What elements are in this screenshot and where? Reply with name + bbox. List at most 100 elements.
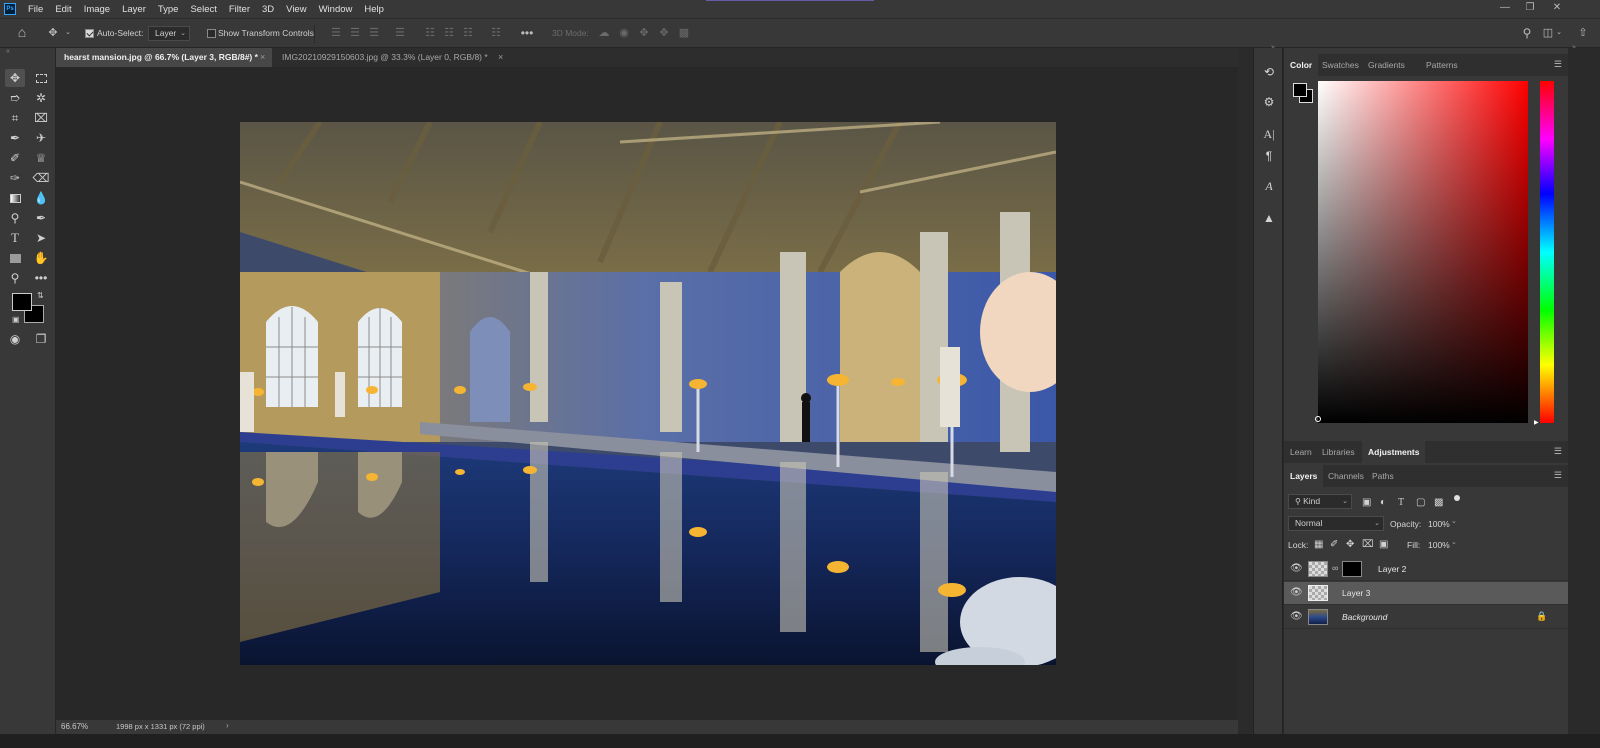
chevron-right-icon[interactable]: › [226, 721, 229, 730]
glyphs-panel-icon[interactable]: A [1261, 178, 1277, 194]
tab-hearst-mansion[interactable]: hearst mansion.jpg @ 66.7% (Layer 3, RGB… [56, 48, 272, 67]
lock-image-icon[interactable]: ✐ [1330, 539, 1338, 550]
menu-image[interactable]: Image [78, 4, 116, 15]
menu-edit[interactable]: Edit [49, 4, 77, 15]
share-icon[interactable]: ⇧ [1576, 26, 1590, 40]
healing-brush-tool-icon[interactable]: ✈ [31, 129, 51, 147]
foreground-color-swatch-top[interactable] [12, 293, 32, 311]
move-tool-icon[interactable]: ✥ [5, 69, 25, 87]
menu-window[interactable]: Window [313, 4, 359, 15]
search-icon[interactable]: ⚲ [1520, 26, 1534, 40]
filter-type-icon[interactable]: T [1398, 497, 1404, 508]
tab-paths[interactable]: Paths [1366, 465, 1400, 487]
layer-row-layer-2[interactable]: 👁 ∞ Layer 2 [1284, 558, 1568, 581]
lock-position-icon[interactable]: ✥ [1346, 539, 1354, 550]
3d-roll-icon[interactable]: ◉ [617, 26, 631, 40]
photoshop-logo[interactable]: Ps [4, 3, 16, 15]
auto-select-checkbox[interactable] [85, 29, 94, 38]
character-panel-icon[interactable]: A| [1261, 126, 1277, 142]
workspace-icon[interactable]: ◫ [1541, 26, 1555, 40]
align-bottom-icon[interactable]: ☷ [462, 26, 474, 40]
layer-name[interactable]: Layer 2 [1378, 564, 1406, 574]
menu-help[interactable]: Help [358, 4, 390, 15]
menu-type[interactable]: Type [152, 4, 185, 15]
close-window-icon[interactable]: ✕ [1551, 2, 1563, 14]
3d-camera-icon[interactable]: ▩ [677, 26, 691, 40]
3d-slide-icon[interactable]: ✥ [657, 26, 671, 40]
align-left-icon[interactable]: ☰ [330, 26, 342, 40]
type-tool-icon[interactable]: T [5, 229, 25, 247]
layer-row-layer-3[interactable]: 👁 Layer 3 [1284, 582, 1568, 605]
menu-layer[interactable]: Layer [116, 4, 152, 15]
zoom-tool-icon[interactable]: ⚲ [5, 269, 25, 287]
eye-icon[interactable]: 👁 [1290, 563, 1303, 574]
lock-all-icon[interactable]: ▣ [1379, 539, 1388, 550]
menu-view[interactable]: View [280, 4, 312, 15]
edit-toolbar-icon[interactable]: ••• [31, 269, 51, 287]
align-middle-icon[interactable]: ☷ [443, 26, 455, 40]
path-selection-tool-icon[interactable]: ➤ [31, 229, 51, 247]
move-tool-icon[interactable]: ✥ [46, 26, 60, 40]
tab-layers[interactable]: Layers [1284, 465, 1324, 487]
gradient-tool-icon[interactable] [5, 189, 25, 207]
default-colors-icon[interactable]: ▣ [12, 315, 20, 324]
panel-menu-icon[interactable]: ☰ [1554, 59, 1562, 70]
fill-value[interactable]: 100% [1428, 540, 1450, 550]
opacity-value[interactable]: 100% [1428, 519, 1450, 529]
tab-libraries[interactable]: Libraries [1316, 441, 1361, 463]
history-brush-tool-icon[interactable]: ✑ [5, 169, 25, 187]
chevron-down-icon[interactable]: ⌄ [1451, 517, 1457, 525]
tab-channels[interactable]: Channels [1322, 465, 1370, 487]
distribute-horizontal-icon[interactable]: ☰ [394, 26, 406, 40]
menu-filter[interactable]: Filter [223, 4, 256, 15]
minimize-icon[interactable]: — [1499, 2, 1511, 14]
layer-name[interactable]: Background [1342, 612, 1387, 622]
brush-tool-icon[interactable]: ✐ [5, 149, 25, 167]
marquee-tool-icon[interactable] [31, 69, 51, 87]
layer-name[interactable]: Layer 3 [1342, 588, 1370, 598]
auto-select-target-dropdown[interactable]: Layer ⌄ [148, 26, 190, 41]
layer-filter-dropdown[interactable]: ⚲ Kind ⌄ [1288, 494, 1352, 509]
quick-selection-tool-icon[interactable]: ✲ [31, 89, 51, 107]
eye-icon[interactable]: 👁 [1290, 587, 1303, 598]
layer-row-background[interactable]: 👁 Background 🔒 [1284, 606, 1568, 629]
eyedropper-tool-icon[interactable]: ✒ [5, 129, 25, 147]
3d-pan-icon[interactable]: ✥ [637, 26, 651, 40]
align-center-icon[interactable]: ☰ [349, 26, 361, 40]
color-field[interactable] [1318, 81, 1528, 423]
collapse-panel-icon[interactable]: « [6, 48, 10, 55]
hand-tool-icon[interactable]: ✋ [31, 249, 51, 267]
eraser-tool-icon[interactable]: ⌫ [31, 169, 51, 187]
panel-menu-icon[interactable]: ☰ [1554, 470, 1562, 481]
menu-file[interactable]: File [22, 4, 49, 15]
rectangle-tool-icon[interactable] [5, 249, 25, 267]
align-right-icon[interactable]: ☰ [368, 26, 380, 40]
close-tab-icon[interactable]: × [260, 48, 265, 67]
close-tab-icon[interactable]: × [498, 48, 503, 67]
hue-handle-icon[interactable]: ▶ [1534, 419, 1539, 426]
menu-select[interactable]: Select [184, 4, 222, 15]
blur-tool-icon[interactable]: 💧 [31, 189, 51, 207]
chevron-down-icon[interactable]: ⌄ [1451, 538, 1457, 546]
layer-mask-thumbnail[interactable] [1342, 561, 1362, 577]
align-top-icon[interactable]: ☷ [424, 26, 436, 40]
chevron-down-icon[interactable]: ⌄ [1555, 26, 1563, 40]
tab-adjustments[interactable]: Adjustments [1362, 441, 1426, 463]
lock-transparent-icon[interactable]: ▦ [1314, 539, 1323, 550]
chevron-down-icon[interactable]: ⌄ [64, 26, 72, 40]
filter-shape-icon[interactable]: ▢ [1416, 497, 1425, 508]
color-picker-handle[interactable] [1315, 416, 1321, 422]
hue-slider[interactable] [1540, 81, 1554, 423]
pen-tool-icon[interactable]: ✒ [31, 209, 51, 227]
3d-panel-icon[interactable]: ▲ [1261, 210, 1277, 226]
dodge-tool-icon[interactable]: ⚲ [5, 209, 25, 227]
lasso-tool-icon[interactable]: ➱ [5, 89, 25, 107]
show-transform-checkbox[interactable] [207, 29, 216, 38]
link-icon[interactable]: ∞ [1332, 563, 1338, 573]
document-canvas[interactable] [240, 122, 1056, 665]
blend-mode-dropdown[interactable]: Normal ⌄ [1288, 516, 1384, 531]
history-panel-icon[interactable]: ⟲ [1261, 64, 1277, 80]
frame-tool-icon[interactable]: ⌧ [31, 109, 51, 127]
home-icon[interactable]: ⌂ [14, 25, 30, 39]
properties-panel-icon[interactable]: ⚙ [1261, 94, 1277, 110]
